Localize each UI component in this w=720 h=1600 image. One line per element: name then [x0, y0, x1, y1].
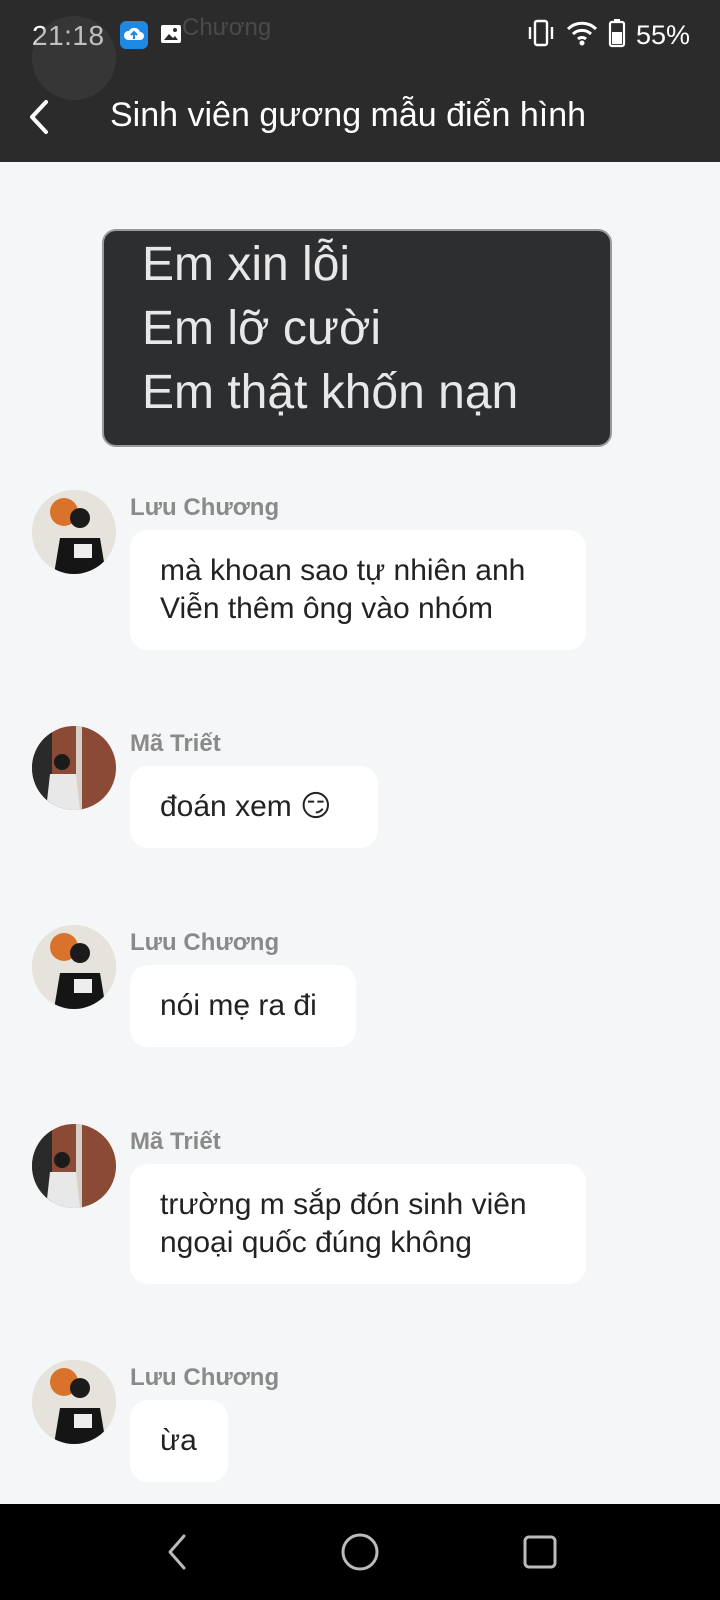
avatar[interactable]	[32, 490, 116, 574]
system-nav-bar	[0, 1504, 720, 1600]
back-arrow-icon	[30, 100, 48, 134]
avatar[interactable]	[32, 1124, 116, 1208]
sticker-line: Em thật khốn nạn	[142, 366, 519, 419]
message-text: trường m sắp đón sinh viên	[160, 1188, 527, 1221]
ghost-avatar	[32, 16, 116, 100]
message-text: ừa	[160, 1424, 197, 1457]
avatar[interactable]	[32, 726, 116, 810]
sticker-line: Em lỡ cười	[142, 302, 382, 355]
message-text: nói mẹ ra đi	[160, 989, 317, 1022]
message-bubble[interactable]: đoán xem 😏	[130, 766, 378, 848]
nav-back-icon	[168, 1534, 186, 1570]
sticker-line: Em xin lỗi	[142, 238, 351, 291]
gallery-icon	[159, 22, 183, 46]
nav-home-icon	[341, 1533, 379, 1571]
wifi-icon	[566, 19, 598, 52]
message-bubble[interactable]: nói mẹ ra đi	[130, 965, 356, 1047]
sender-name: Mã Triết	[130, 1128, 221, 1155]
message-bubble[interactable]: ừa	[130, 1400, 228, 1482]
sticker-image[interactable]: Em xin lỗi Em lỡ cười Em thật khốn nạn	[102, 229, 612, 447]
message-text: Viễn thêm ông vào nhóm	[160, 592, 494, 625]
nav-recents-icon	[523, 1535, 557, 1569]
status-indicators: 55%	[526, 18, 690, 53]
message-bubble[interactable]: trường m sắp đón sinh viên ngoại quốc đú…	[130, 1164, 586, 1284]
ghost-sender-name: Chương	[182, 14, 272, 41]
sender-name: Lưu Chương	[130, 1364, 280, 1391]
message-text: ngoại quốc đúng không	[160, 1226, 472, 1259]
sender-name: Lưu Chương	[130, 929, 280, 956]
battery-icon	[608, 18, 626, 53]
sender-name: Mã Triết	[130, 730, 221, 757]
chat-header: Chương Sinh viên gương mẫu điển hình	[0, 14, 720, 162]
sender-name: Lưu Chương	[130, 494, 280, 521]
battery-percent: 55%	[635, 20, 690, 50]
message-bubble[interactable]: mà khoan sao tự nhiên anh Viễn thêm ông …	[130, 530, 586, 650]
chat-messages[interactable]: Em xin lỗi Em lỡ cười Em thật khốn nạn L…	[0, 162, 720, 1504]
nav-back-button[interactable]	[156, 1530, 200, 1574]
cloud-upload-app-icon	[120, 21, 148, 49]
nav-home-button[interactable]	[338, 1530, 382, 1574]
message-text: đoán xem 😏	[160, 790, 332, 823]
vibrate-icon	[526, 18, 556, 53]
nav-recents-button[interactable]	[518, 1530, 562, 1574]
avatar[interactable]	[32, 1360, 116, 1444]
avatar[interactable]	[32, 925, 116, 1009]
chat-title: Sinh viên gương mẫu điển hình	[110, 96, 587, 134]
back-button[interactable]	[16, 92, 66, 142]
message-text: mà khoan sao tự nhiên anh	[160, 554, 526, 587]
